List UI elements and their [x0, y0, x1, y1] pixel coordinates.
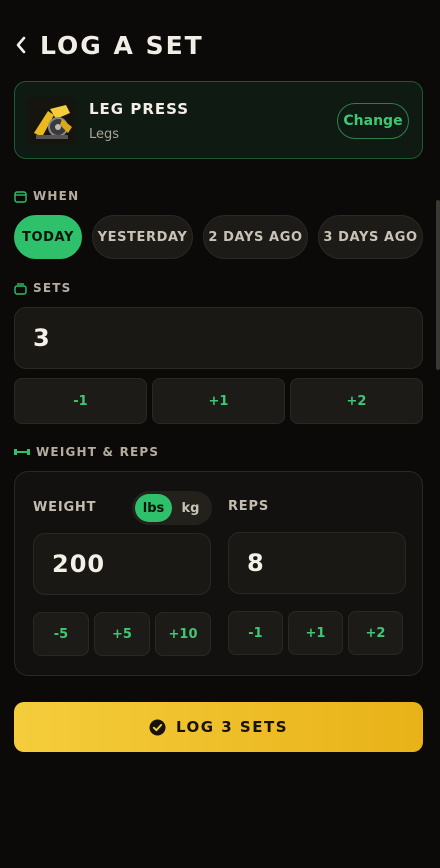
- sets-stepper-row: -1 +1 +2: [14, 378, 423, 424]
- reps-stepper-row: -1 +1 +2: [228, 611, 403, 655]
- page-title: LOG A SET: [40, 30, 204, 60]
- reps-minus-1-button[interactable]: -1: [228, 611, 283, 655]
- sets-input[interactable]: 3: [14, 307, 423, 369]
- weight-label: WEIGHT: [33, 500, 97, 515]
- sets-minus-1-button[interactable]: -1: [14, 378, 147, 424]
- when-chip-group: TODAY YESTERDAY 2 DAYS AGO 3 DAYS AGO: [14, 215, 423, 259]
- reps-input[interactable]: 8: [228, 532, 406, 594]
- exercise-card: LEG PRESS Legs Change: [14, 81, 423, 159]
- header: LOG A SET: [14, 28, 204, 62]
- chip-today[interactable]: TODAY: [14, 215, 82, 259]
- exercise-thumbnail: [28, 97, 76, 145]
- weight-reps-card: WEIGHT lbs kg REPS 200 8 -5 +5 +10 -1 +1…: [14, 471, 423, 676]
- calendar-icon: [14, 190, 27, 203]
- unit-kg-option[interactable]: kg: [172, 494, 209, 522]
- when-section-label: WHEN: [14, 189, 79, 203]
- sets-label: SETS: [33, 281, 72, 295]
- weight-minus-5-button[interactable]: -5: [33, 612, 89, 656]
- chip-3-days-ago[interactable]: 3 DAYS AGO: [318, 215, 423, 259]
- exercise-category: Legs: [89, 127, 120, 142]
- sets-plus-2-button[interactable]: +2: [290, 378, 423, 424]
- chip-yesterday[interactable]: YESTERDAY: [92, 215, 193, 259]
- weight-input[interactable]: 200: [33, 533, 211, 595]
- sets-plus-1-button[interactable]: +1: [152, 378, 285, 424]
- back-arrow-icon[interactable]: [14, 30, 36, 60]
- weight-plus-5-button[interactable]: +5: [94, 612, 150, 656]
- weight-stepper-row: -5 +5 +10: [33, 612, 211, 656]
- scroll-indicator[interactable]: [436, 200, 440, 370]
- check-circle-icon: [149, 719, 166, 736]
- reps-plus-1-button[interactable]: +1: [288, 611, 343, 655]
- unit-lbs-option[interactable]: lbs: [135, 494, 172, 522]
- reps-label: REPS: [228, 499, 269, 514]
- sets-section-label: SETS: [14, 281, 71, 295]
- weight-reps-label: WEIGHT & REPS: [36, 445, 160, 459]
- dumbbell-icon: [14, 446, 30, 458]
- chip-2-days-ago[interactable]: 2 DAYS AGO: [203, 215, 308, 259]
- change-exercise-button[interactable]: Change: [337, 103, 409, 139]
- layers-icon: [14, 282, 27, 295]
- when-label: WHEN: [33, 189, 80, 203]
- log-sets-button[interactable]: LOG 3 SETS: [14, 702, 423, 752]
- reps-plus-2-button[interactable]: +2: [348, 611, 403, 655]
- weight-plus-10-button[interactable]: +10: [155, 612, 211, 656]
- log-sets-label: LOG 3 SETS: [175, 718, 289, 736]
- unit-toggle: lbs kg: [132, 491, 212, 525]
- weight-reps-section-label: WEIGHT & REPS: [14, 445, 159, 459]
- exercise-name: LEG PRESS: [89, 100, 190, 118]
